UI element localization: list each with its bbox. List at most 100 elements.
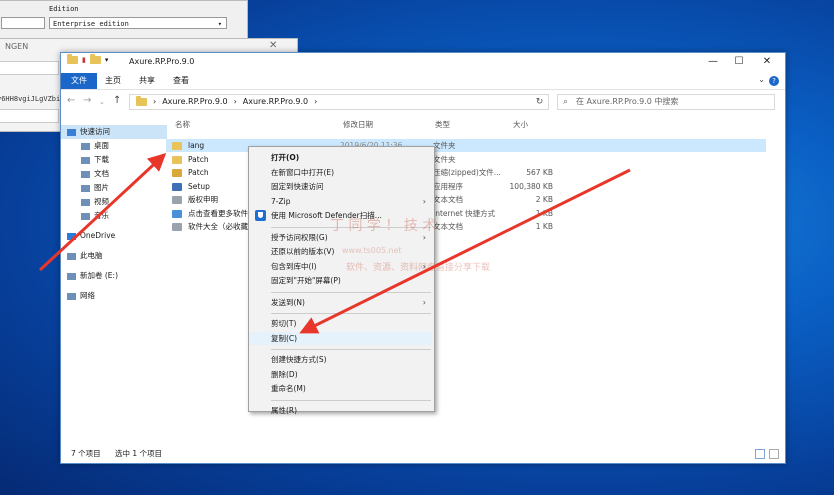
refresh-button[interactable]: ↻ — [531, 94, 549, 110]
sidebar-item[interactable]: 快速访问 — [61, 125, 167, 139]
file-name: lang — [188, 141, 205, 150]
menu-separator — [271, 349, 431, 350]
picture-icon — [81, 184, 90, 192]
title-bar: ▮ ▾ Axure.RP.Pro.9.0 — ☐ ✕ — [61, 53, 785, 73]
file-type: 文本文档 — [433, 195, 463, 204]
background-input[interactable] — [0, 61, 59, 75]
folder-icon — [67, 54, 78, 64]
new-folder-icon[interactable] — [89, 54, 101, 64]
zip-icon — [172, 169, 182, 177]
watermark-slogan: 软件、资源、资料网盘直接分享下载 — [346, 263, 491, 273]
search-input[interactable]: ⌕ 在 Axure.RP.Pro.9.0 中搜索 — [557, 94, 775, 110]
file-name: Patch — [188, 168, 209, 177]
details-view-icon[interactable] — [755, 449, 765, 459]
context-menu-label: 复制(C) — [271, 333, 298, 343]
context-menu-item[interactable]: 7-Zip › — [249, 195, 432, 208]
context-menu-item[interactable]: 固定到"开始"屏幕(P) — [249, 274, 432, 287]
background-field[interactable] — [1, 17, 45, 29]
star-icon — [67, 128, 76, 136]
text-icon — [172, 196, 182, 204]
context-menu-label: 授予访问权限(G) — [271, 232, 328, 242]
tab-home[interactable]: 主页 — [97, 73, 129, 89]
defender-icon — [255, 210, 266, 221]
sidebar-item-label: 音乐 — [94, 211, 109, 220]
properties-icon[interactable]: ▮ — [82, 56, 86, 64]
file-name: 版权申明 — [188, 195, 218, 204]
context-menu-item[interactable]: 复制(C) — [249, 331, 432, 345]
sidebar-item[interactable]: 音乐 — [61, 209, 181, 223]
dropdown-icon[interactable]: ▾ — [105, 56, 109, 64]
sidebar-item[interactable]: 此电脑 — [61, 249, 167, 263]
close-button[interactable]: ✕ — [755, 55, 779, 69]
address-bar[interactable]: › Axure.RP.Pro.9.0 › Axure.RP.Pro.9.0 › — [129, 94, 549, 110]
context-menu-item[interactable]: 删除(D) — [249, 368, 432, 381]
context-menu-label: 属性(R) — [271, 405, 298, 415]
large-icons-view-icon[interactable] — [769, 449, 779, 459]
sidebar-item[interactable]: 新加卷 (E:) — [61, 269, 167, 283]
menu-separator — [271, 399, 431, 401]
file-name: 软件大全（必收藏） — [188, 222, 256, 231]
edition-select[interactable]: Enterprise edition ▾ — [49, 17, 227, 29]
hash-text: y6HH8vgiJLgVZbiS — [0, 95, 65, 103]
file-name: Patch — [188, 154, 209, 164]
sidebar-item[interactable]: 桌面⚲ — [61, 139, 181, 153]
watermark-text: 丁 同 学 ！ 技 术 — [330, 218, 437, 234]
context-menu-item[interactable]: 打开(O) — [249, 151, 432, 164]
chevron-right-icon: › — [314, 97, 318, 106]
breadcrumb-item[interactable]: Axure.RP.Pro.9.0 — [243, 95, 308, 109]
file-size: 2 KB — [535, 195, 553, 204]
video-icon — [81, 198, 90, 206]
sidebar-item[interactable]: 视频 — [61, 195, 181, 209]
chevron-right-icon: › — [153, 97, 157, 106]
quick-access-toolbar: ▮ ▾ — [67, 54, 109, 64]
expand-ribbon-icon[interactable]: ⌄ — [758, 75, 765, 84]
sidebar-item[interactable]: 文档⚲ — [61, 167, 181, 181]
file-type: 应用程序 — [433, 181, 463, 191]
sidebar-item[interactable]: 图片⚲ — [61, 181, 181, 195]
context-menu-item[interactable]: 属性(R) — [249, 404, 432, 417]
file-size: 1 KB — [535, 222, 553, 231]
column-header-name[interactable]: 名称 — [175, 119, 190, 130]
file-size: 1 KB — [535, 208, 553, 218]
context-menu-item[interactable]: 发送到(N) › — [249, 296, 432, 309]
close-icon[interactable]: ✕ — [269, 40, 277, 51]
context-menu-item[interactable]: 在新窗口中打开(E) — [249, 166, 432, 179]
column-header-date[interactable]: 修改日期 — [343, 119, 373, 130]
sidebar-item[interactable]: 网络 — [61, 289, 167, 303]
up-arrow-icon[interactable]: ↑ — [113, 95, 121, 106]
sidebar-item[interactable]: 下载⚲ — [61, 153, 181, 167]
tab-share[interactable]: 共享 — [131, 73, 163, 89]
tab-view[interactable]: 查看 — [165, 73, 197, 89]
tab-file[interactable]: 文件 — [61, 73, 97, 89]
sidebar-item[interactable]: OneDrive — [61, 229, 167, 243]
help-icon[interactable]: ? — [769, 76, 779, 86]
maximize-button[interactable]: ☐ — [727, 55, 751, 69]
sidebar-item-label: 文档 — [94, 169, 109, 178]
background-input[interactable] — [0, 109, 59, 123]
context-menu-item[interactable]: 创建快捷方式(S) — [249, 353, 432, 366]
sidebar-item-label: 下载 — [94, 155, 109, 164]
context-menu-item[interactable]: 剪切(T) — [249, 317, 432, 330]
file-type: 文件夹 — [433, 154, 456, 164]
context-menu-item[interactable]: 固定到快速访问 — [249, 180, 432, 193]
file-size: 100,380 KB — [509, 181, 553, 191]
sidebar-item-label: 快速访问 — [80, 127, 110, 136]
column-header-type[interactable]: 类型 — [435, 119, 450, 130]
context-menu-item[interactable]: 还原以前的版本(V) — [249, 245, 432, 258]
forward-arrow-icon[interactable]: → — [83, 95, 91, 106]
context-menu-item[interactable]: 重命名(M) — [249, 382, 432, 395]
file-type: 文件夹 — [433, 141, 456, 150]
minimize-button[interactable]: — — [701, 55, 725, 69]
back-arrow-icon[interactable]: ← — [67, 95, 75, 106]
watermark-url: www.ts005.net — [342, 246, 402, 255]
context-menu-label: 包含到库中(I) — [271, 261, 317, 271]
column-header-size[interactable]: 大小 — [513, 119, 528, 130]
breadcrumb-item[interactable]: Axure.RP.Pro.9.0 — [162, 95, 227, 109]
context-menu-label: 在新窗口中打开(E) — [271, 167, 335, 177]
sidebar-item-label: 图片 — [94, 183, 109, 192]
file-name: 点击查看更多软件 — [188, 208, 248, 218]
music-icon — [81, 212, 90, 220]
recent-dropdown-icon[interactable]: ⌄ — [99, 98, 105, 106]
context-menu-label: 7-Zip — [271, 196, 291, 206]
file-name: Setup — [188, 181, 210, 191]
